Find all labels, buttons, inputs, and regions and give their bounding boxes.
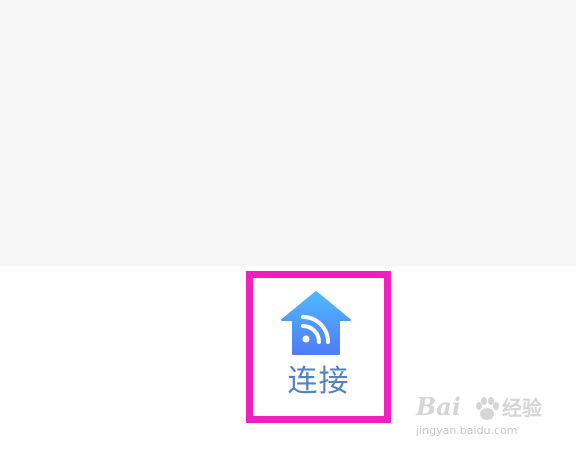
- watermark-logo-text: Bai: [416, 392, 461, 421]
- paw-icon: [476, 397, 499, 420]
- home-wifi-icon: [281, 291, 351, 355]
- baidu-jingyan-watermark: Bai 经验 jingyan.baidu.com: [416, 392, 572, 454]
- tab-connect[interactable]: 连接: [253, 278, 384, 416]
- watermark-brand-text: 经验: [502, 396, 542, 420]
- content-area: [0, 0, 576, 266]
- watermark-url: jingyan.baidu.com: [416, 424, 518, 437]
- tab-connect-label: 连接: [287, 364, 350, 399]
